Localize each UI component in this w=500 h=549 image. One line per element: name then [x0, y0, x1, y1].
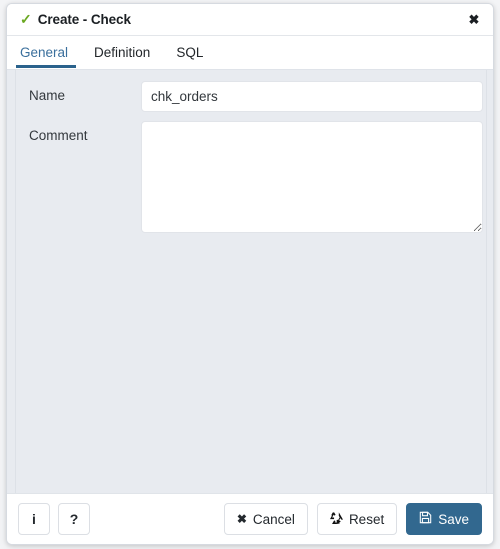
comment-textarea[interactable]	[141, 121, 483, 233]
cancel-button[interactable]: ✖ Cancel	[223, 503, 308, 535]
dialog-titlebar: ✓ Create - Check ✖	[7, 4, 493, 36]
check-icon: ✓	[20, 10, 32, 27]
tab-sql[interactable]: SQL	[176, 36, 215, 68]
comment-control	[141, 121, 483, 233]
help-button[interactable]: ?	[58, 503, 90, 535]
field-row-name: Name	[16, 81, 486, 112]
dialog-body: Name Comment	[7, 69, 493, 493]
comment-label: Comment	[29, 128, 88, 143]
name-input[interactable]	[141, 81, 483, 112]
tab-general[interactable]: General	[15, 36, 80, 68]
save-button[interactable]: Save	[406, 503, 482, 535]
save-button-label: Save	[438, 511, 469, 527]
floppy-disk-icon	[419, 511, 432, 527]
dialog-title: Create - Check	[37, 12, 131, 27]
field-row-comment: Comment	[16, 121, 486, 233]
cross-icon: ✖	[236, 512, 247, 526]
info-button[interactable]: i	[18, 503, 50, 535]
close-icon[interactable]: ✖	[455, 4, 493, 35]
recycle-icon	[329, 511, 343, 527]
reset-button-label: Reset	[348, 511, 385, 527]
tab-definition[interactable]: Definition	[94, 36, 162, 68]
footer-right-group: ✖ Cancel Reset Save	[223, 503, 482, 535]
name-label: Name	[29, 88, 66, 103]
tab-bar: General Definition SQL	[7, 36, 493, 69]
dialog-footer: i ? ✖ Cancel Reset Save	[7, 493, 493, 544]
create-check-dialog: ✓ Create - Check ✖ General Definition SQ…	[6, 3, 494, 545]
reset-button[interactable]: Reset	[316, 503, 398, 535]
cancel-button-label: Cancel	[252, 511, 295, 527]
name-control	[141, 81, 483, 112]
general-form-panel: Name Comment	[15, 70, 487, 493]
footer-left-group: i ?	[18, 503, 90, 535]
